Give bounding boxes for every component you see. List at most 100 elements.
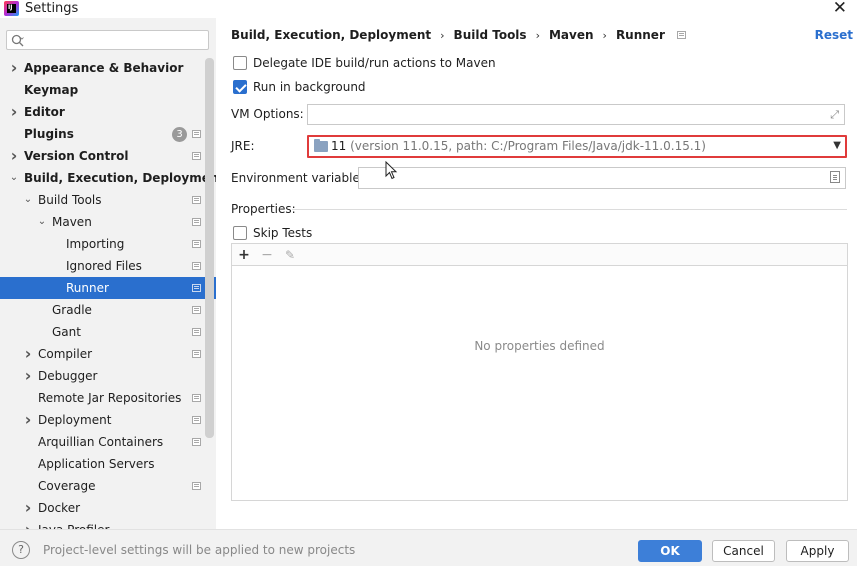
sidebar-item-deployment[interactable]: › Deployment bbox=[0, 409, 216, 431]
browse-document-icon[interactable] bbox=[830, 171, 840, 183]
sidebar-item-gant[interactable]: Gant bbox=[0, 321, 216, 343]
breadcrumb-separator-icon: › bbox=[535, 28, 540, 42]
sidebar-item-runner[interactable]: Runner bbox=[0, 277, 216, 299]
sidebar-item-label: Importing bbox=[66, 237, 125, 251]
help-icon[interactable]: ? bbox=[12, 541, 30, 559]
sidebar-item-plugins[interactable]: Plugins 3 bbox=[0, 123, 216, 145]
jre-version: 11 bbox=[331, 139, 347, 153]
sidebar-item-label: Docker bbox=[38, 501, 81, 515]
project-scope-icon bbox=[676, 31, 686, 39]
environment-variables-field[interactable] bbox=[358, 167, 846, 189]
jre-selected-value: 11 (version 11.0.15, path: C:/Program Fi… bbox=[331, 139, 706, 153]
ok-button[interactable]: OK bbox=[638, 540, 702, 562]
sidebar-item-label: Runner bbox=[66, 281, 109, 295]
sidebar-item-build-tools[interactable]: ⌄ Build Tools bbox=[0, 189, 216, 211]
sidebar-item-java-profiler[interactable]: › Java Profiler bbox=[0, 519, 216, 529]
project-scope-icon bbox=[192, 438, 201, 446]
window-title: Settings bbox=[25, 1, 79, 16]
sidebar-item-compiler[interactable]: › Compiler bbox=[0, 343, 216, 365]
sidebar-item-label: Arquillian Containers bbox=[38, 435, 164, 449]
title-bar: IJ Settings ✕ bbox=[0, 0, 857, 18]
settings-search[interactable] bbox=[6, 30, 209, 50]
sidebar-item-importing[interactable]: Importing bbox=[0, 233, 216, 255]
sidebar-item-label: Java Profiler bbox=[38, 519, 109, 529]
project-scope-icon bbox=[192, 416, 201, 424]
chevron-right-icon[interactable]: › bbox=[23, 519, 33, 529]
sidebar-item-label: Build Tools bbox=[38, 193, 102, 207]
environment-variables-label: Environment variables: bbox=[231, 171, 371, 185]
sidebar-item-editor[interactable]: › Editor bbox=[0, 101, 216, 123]
sidebar-item-label: Deployment bbox=[38, 413, 112, 427]
vm-options-field[interactable]: ⤢ bbox=[307, 104, 845, 125]
chevron-right-icon[interactable]: › bbox=[23, 365, 33, 387]
project-scope-icon bbox=[192, 350, 201, 358]
sidebar-item-keymap[interactable]: Keymap bbox=[0, 79, 216, 101]
add-icon[interactable]: + bbox=[235, 246, 253, 264]
sidebar-item-build-execution-deployment[interactable]: ⌄ Build, Execution, Deployment bbox=[0, 167, 216, 189]
folder-icon bbox=[314, 139, 328, 152]
sidebar-item-label: Maven bbox=[52, 215, 92, 229]
sidebar-item-label: Application Servers bbox=[38, 457, 155, 471]
sidebar-item-label: Build, Execution, Deployment bbox=[24, 171, 216, 185]
sidebar-item-label: Compiler bbox=[38, 347, 93, 361]
chevron-down-icon[interactable]: ⌄ bbox=[23, 189, 33, 211]
chevron-right-icon[interactable]: › bbox=[23, 497, 33, 519]
delegate-checkbox[interactable] bbox=[233, 56, 247, 70]
breadcrumb-item: Runner bbox=[615, 28, 665, 42]
chevron-right-icon[interactable]: › bbox=[9, 145, 19, 167]
close-icon[interactable]: ✕ bbox=[833, 0, 847, 18]
properties-title: Properties: bbox=[231, 202, 296, 216]
properties-table: + − ✎ No properties defined bbox=[231, 243, 848, 501]
chevron-right-icon[interactable]: › bbox=[9, 101, 19, 123]
sidebar-item-gradle[interactable]: Gradle bbox=[0, 299, 216, 321]
chevron-down-icon[interactable]: ▼ bbox=[833, 140, 841, 151]
project-scope-icon bbox=[192, 218, 201, 226]
jre-detail: (version 11.0.15, path: C:/Program Files… bbox=[350, 139, 706, 153]
intellij-app-icon: IJ bbox=[4, 1, 19, 16]
skip-tests-checkbox[interactable] bbox=[233, 226, 247, 240]
sidebar-item-appearance-behavior[interactable]: › Appearance & Behavior bbox=[0, 57, 216, 79]
chevron-right-icon[interactable]: › bbox=[9, 57, 19, 79]
search-icon bbox=[11, 34, 24, 47]
expand-icon[interactable]: ⤢ bbox=[830, 108, 839, 122]
sidebar-item-version-control[interactable]: › Version Control bbox=[0, 145, 216, 167]
sidebar-item-label: Remote Jar Repositories bbox=[38, 391, 182, 405]
sidebar-item-coverage[interactable]: Coverage bbox=[0, 475, 216, 497]
sidebar-item-label: Gant bbox=[52, 325, 81, 339]
sidebar-scrollbar[interactable] bbox=[205, 58, 214, 438]
breadcrumb-item: Build Tools bbox=[453, 28, 527, 42]
cancel-button[interactable]: Cancel bbox=[712, 540, 775, 562]
skip-tests-row[interactable]: Skip Tests bbox=[233, 226, 312, 240]
search-input[interactable] bbox=[31, 33, 201, 47]
sidebar-item-maven[interactable]: ⌄ Maven bbox=[0, 211, 216, 233]
delegate-checkbox-row[interactable]: Delegate IDE build/run actions to Maven bbox=[233, 56, 496, 70]
sidebar-item-remote-jar-repositories[interactable]: Remote Jar Repositories bbox=[0, 387, 216, 409]
jre-label: JRE: bbox=[231, 139, 255, 153]
project-scope-icon bbox=[192, 306, 201, 314]
sidebar-item-ignored-files[interactable]: Ignored Files bbox=[0, 255, 216, 277]
run-in-background-checkbox[interactable] bbox=[233, 80, 247, 94]
apply-button[interactable]: Apply bbox=[786, 540, 849, 562]
remove-icon[interactable]: − bbox=[258, 246, 276, 264]
chevron-right-icon[interactable]: › bbox=[23, 409, 33, 431]
chevron-right-icon[interactable]: › bbox=[23, 343, 33, 365]
sidebar-item-docker[interactable]: › Docker bbox=[0, 497, 216, 519]
dialog-footer: ? Project-level settings will be applied… bbox=[0, 529, 857, 566]
sidebar-item-debugger[interactable]: › Debugger bbox=[0, 365, 216, 387]
project-scope-icon bbox=[192, 240, 201, 248]
edit-icon[interactable]: ✎ bbox=[281, 246, 299, 264]
runner-settings-panel: Build, Execution, Deployment › Build Too… bbox=[216, 18, 857, 529]
reset-link[interactable]: Reset bbox=[815, 28, 853, 42]
project-scope-icon bbox=[192, 394, 201, 402]
footer-note: Project-level settings will be applied t… bbox=[43, 543, 356, 557]
jre-dropdown[interactable]: 11 (version 11.0.15, path: C:/Program Fi… bbox=[307, 135, 847, 158]
skip-tests-label: Skip Tests bbox=[253, 226, 313, 240]
sidebar-item-application-servers[interactable]: Application Servers bbox=[0, 453, 216, 475]
sidebar-item-arquillian-containers[interactable]: Arquillian Containers bbox=[0, 431, 216, 453]
run-in-background-row[interactable]: Run in background bbox=[233, 80, 366, 94]
project-scope-icon bbox=[192, 152, 201, 160]
project-scope-icon bbox=[192, 284, 201, 292]
sidebar-item-label: Keymap bbox=[24, 83, 79, 97]
chevron-down-icon[interactable]: ⌄ bbox=[9, 167, 19, 189]
chevron-down-icon[interactable]: ⌄ bbox=[37, 211, 47, 233]
